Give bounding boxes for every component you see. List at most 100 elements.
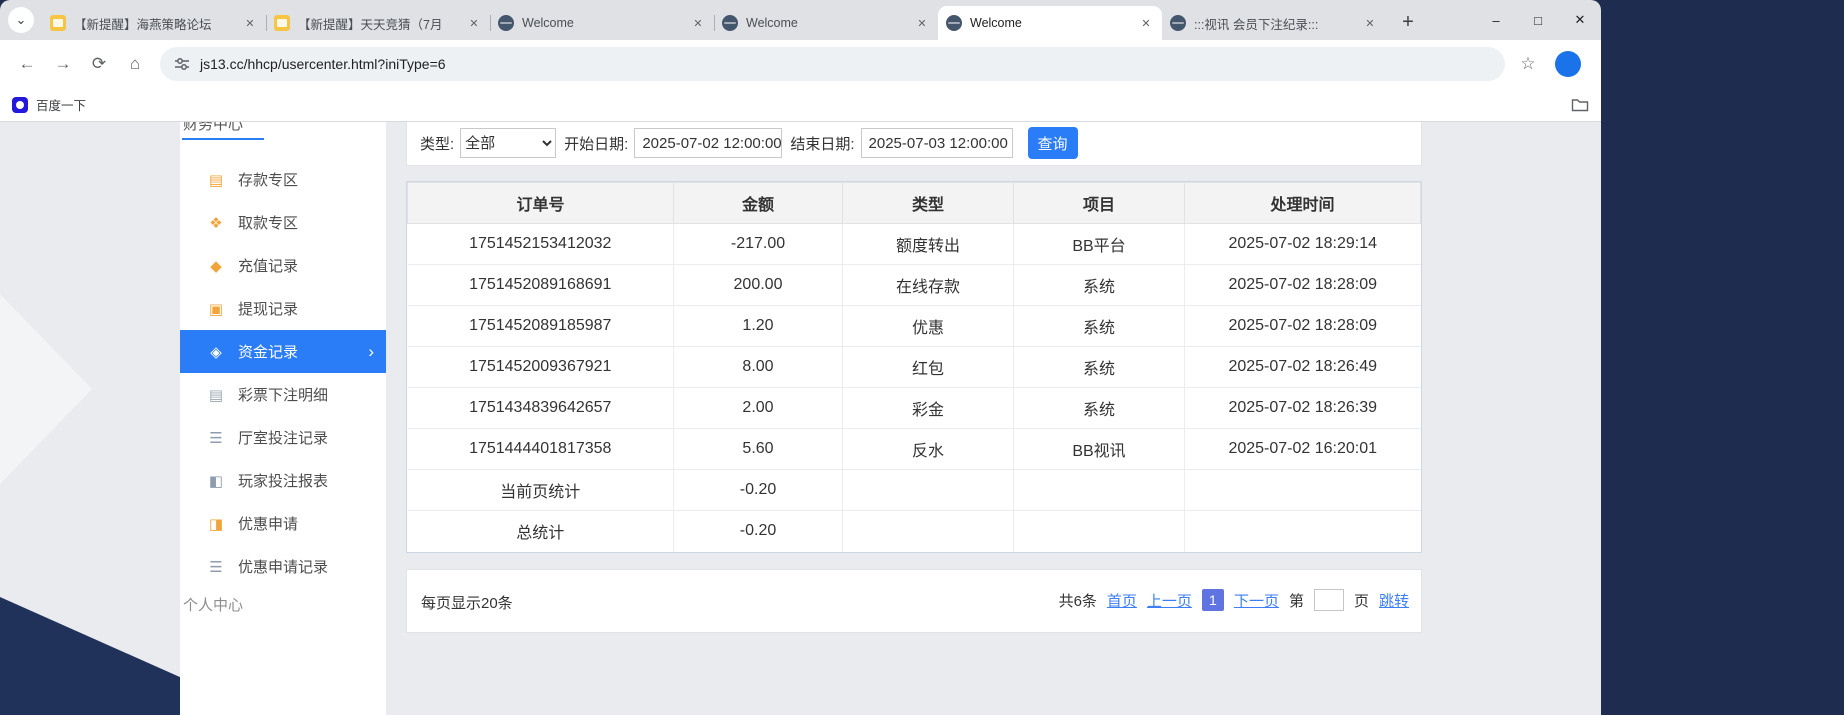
home-icon: ⌂ (130, 54, 140, 74)
tab-close-icon[interactable]: ✕ (242, 15, 258, 31)
sidebar-item-player-bet-report[interactable]: ◧玩家投注报表 (180, 459, 386, 502)
back-button[interactable]: ← (10, 47, 44, 81)
maximize-button[interactable]: □ (1517, 0, 1559, 40)
sidebar-item-label: 充值记录 (238, 255, 298, 276)
globe-favicon-icon (498, 15, 514, 31)
sidebar-item-promo-apply[interactable]: ◨优惠申请 (180, 502, 386, 545)
first-page-link[interactable]: 首页 (1107, 590, 1137, 611)
triangle-decoration-light (0, 294, 92, 484)
sidebar-item-hall-bet-record[interactable]: ☰ 厅室投注记录 (180, 416, 386, 459)
table-cell: 2025-07-02 18:26:49 (1185, 347, 1421, 388)
bookmarks-bar: 百度一下 (0, 88, 1601, 122)
url-text: js13.cc/hhcp/usercenter.html?iniType=6 (200, 56, 446, 72)
sidebar-section-personal[interactable]: 个人中心 (183, 594, 243, 615)
new-tab-button[interactable]: + (1394, 8, 1422, 36)
end-date-input[interactable] (861, 128, 1013, 158)
cashout-record-icon: ▣ (207, 300, 225, 318)
bookmarks-folder-button[interactable] (1571, 97, 1589, 113)
promo-apply-record-icon: ☰ (207, 558, 225, 576)
sidebar-item-withdraw-money[interactable]: ❖取款专区 (180, 201, 386, 244)
browser-toolbar: ← → ⟳ ⌂ js13.cc/hhcp/usercenter.html?ini… (0, 40, 1601, 88)
table-row: 1751452153412032-217.00额度转出BB平台2025-07-0… (408, 224, 1421, 265)
table-cell: 在线存款 (843, 265, 1014, 306)
tab-close-icon[interactable]: ✕ (466, 15, 482, 31)
sidebar-item-recharge-record[interactable]: ◆ 充值记录 (180, 244, 386, 287)
reload-icon: ⟳ (92, 54, 106, 74)
tab-search-button[interactable]: ⌄ (8, 7, 34, 33)
column-header: 金额 (674, 183, 843, 224)
browser-tab[interactable]: Welcome✕ (714, 6, 938, 40)
jump-button[interactable]: 跳转 (1379, 590, 1409, 611)
tab-title: Welcome (522, 16, 682, 30)
folder-icon (1571, 97, 1589, 113)
table-cell: 8.00 (674, 347, 843, 388)
close-window-button[interactable]: ✕ (1559, 0, 1601, 40)
address-bar[interactable]: js13.cc/hhcp/usercenter.html?iniType=6 (160, 47, 1505, 81)
baidu-favicon-icon (12, 97, 28, 113)
bookmark-item-baidu[interactable]: 百度一下 (12, 95, 86, 114)
search-button[interactable]: 查询 (1028, 127, 1078, 159)
table-cell (843, 470, 1014, 511)
table-cell: 2025-07-02 18:28:09 (1185, 265, 1421, 306)
table-cell (1014, 470, 1185, 511)
browser-tab[interactable]: 【新提醒】天天竞猜（7月✕ (266, 6, 490, 40)
prev-page-link[interactable]: 上一页 (1147, 590, 1192, 611)
bookmark-label: 百度一下 (36, 95, 86, 114)
table-cell: 2.00 (674, 388, 843, 429)
tab-close-icon[interactable]: ✕ (690, 15, 706, 31)
filter-panel: 类型: 全部 开始日期: 结束日期: 查询 (406, 122, 1422, 166)
table-cell: 200.00 (674, 265, 843, 306)
star-icon: ☆ (1520, 54, 1535, 74)
sidebar-item-funds-record[interactable]: ◈资金记录› (180, 330, 386, 373)
table-cell: 彩金 (843, 388, 1014, 429)
table-body: 1751452153412032-217.00额度转出BB平台2025-07-0… (408, 224, 1421, 552)
browser-tab[interactable]: Welcome✕ (938, 6, 1162, 40)
close-icon: ✕ (1575, 12, 1586, 28)
table-cell (843, 511, 1014, 552)
table-cell: 2025-07-02 18:29:14 (1185, 224, 1421, 265)
globe-favicon-icon (946, 15, 962, 31)
column-header: 类型 (843, 183, 1014, 224)
tab-strip: ⌄ 【新提醒】海燕策略论坛✕【新提醒】天天竞猜（7月✕Welcome✕Welco… (0, 0, 1601, 40)
site-info-icon[interactable] (174, 56, 190, 72)
sidebar-item-promo-apply-record[interactable]: ☰优惠申请记录 (180, 545, 386, 588)
next-page-link[interactable]: 下一页 (1234, 590, 1279, 611)
column-header: 项目 (1014, 183, 1185, 224)
jump-label-post: 页 (1354, 590, 1369, 611)
start-date-input[interactable] (634, 128, 782, 158)
reload-button[interactable]: ⟳ (82, 47, 116, 81)
forward-button[interactable]: → (46, 47, 80, 81)
start-date-label: 开始日期: (564, 133, 628, 154)
table-row: 17514520891859871.20优惠系统2025-07-02 18:28… (408, 306, 1421, 347)
tab-close-icon[interactable]: ✕ (1362, 15, 1378, 31)
current-page-badge[interactable]: 1 (1202, 589, 1224, 611)
table-cell: 额度转出 (843, 224, 1014, 265)
sidebar-item-label: 优惠申请 (238, 513, 298, 534)
profile-avatar[interactable] (1555, 51, 1581, 77)
browser-tab[interactable]: Welcome ✕ (490, 6, 714, 40)
table-row: 1751452089168691200.00在线存款系统2025-07-02 1… (408, 265, 1421, 306)
sidebar-item-label: 存款专区 (238, 169, 298, 190)
tab-close-icon[interactable]: ✕ (1138, 15, 1154, 31)
sidebar-item-deposit-card[interactable]: ▤存款专区 (180, 158, 386, 201)
tab-close-icon[interactable]: ✕ (914, 15, 930, 31)
sidebar-section-finance[interactable]: 财务中心 (183, 122, 243, 134)
table-cell (1185, 511, 1421, 552)
bookmark-star-button[interactable]: ☆ (1513, 49, 1543, 79)
sidebar-item-cashout-record[interactable]: ▣提现记录 (180, 287, 386, 330)
sidebar-item-label: 厅室投注记录 (238, 427, 328, 448)
type-select[interactable]: 全部 (460, 128, 556, 158)
browser-tab[interactable]: :::视讯 会员下注纪录:::✕ (1162, 6, 1386, 40)
sidebar-menu: ▤存款专区❖取款专区 ◆ 充值记录 ▣提现记录◈资金记录›▤彩票下注明细 ☰ 厅室投注记录… (180, 158, 386, 588)
hall-bet-record-icon: ☰ (207, 429, 225, 447)
jump-page-input[interactable] (1314, 589, 1344, 611)
recharge-record-icon: ◆ (207, 257, 225, 275)
home-button[interactable]: ⌂ (118, 47, 152, 81)
browser-tab[interactable]: 【新提醒】海燕策略论坛✕ (42, 6, 266, 40)
minimize-button[interactable]: – (1475, 0, 1517, 40)
table-row: 17514520093679218.00红包系统2025-07-02 18:26… (408, 347, 1421, 388)
chevron-down-icon: ⌄ (16, 12, 27, 28)
sidebar-section-underline (182, 138, 264, 140)
table-cell: 1751452009367921 (408, 347, 674, 388)
sidebar-item-lottery-bet-detail[interactable]: ▤彩票下注明细 (180, 373, 386, 416)
